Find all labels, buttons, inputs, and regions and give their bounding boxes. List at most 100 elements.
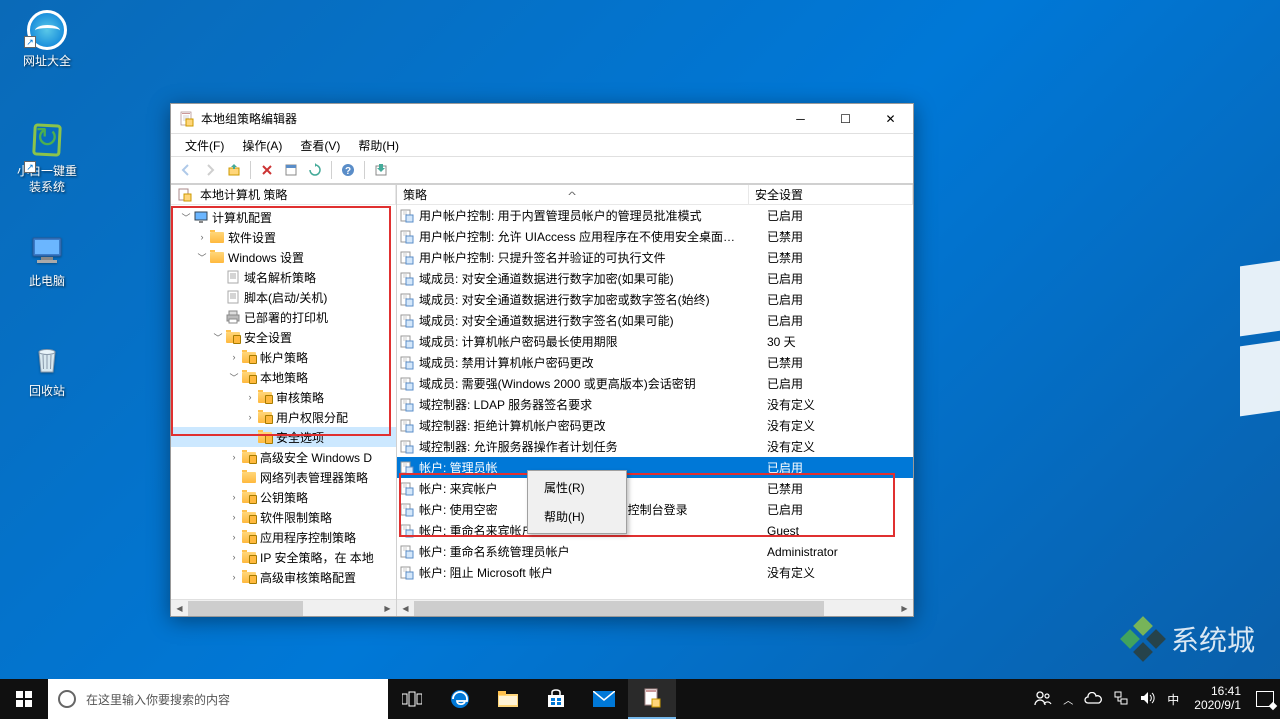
tray-chevron-up-icon[interactable]: ︿	[1063, 692, 1073, 707]
list-scrollbar-horizontal[interactable]: ◀ ▶	[397, 599, 913, 616]
list-row[interactable]: 域成员: 计算机帐户密码最长使用期限30 天	[397, 331, 913, 352]
tree-item[interactable]: ›用户权限分配	[171, 407, 396, 427]
tree-item[interactable]: 安全选项	[171, 427, 396, 447]
tree-header-cell[interactable]: 本地计算机 策略	[171, 185, 396, 204]
toolbar-forward-button[interactable]	[199, 159, 221, 181]
tree-item[interactable]: ›审核策略	[171, 387, 396, 407]
maximize-button[interactable]: ☐	[823, 104, 868, 133]
list-row[interactable]: 域成员: 对安全通道数据进行数字加密(如果可能)已启用	[397, 268, 913, 289]
tray-clock[interactable]: 16:41 2020/9/1	[1190, 685, 1245, 713]
desktop-icon-recycle-bin[interactable]: 回收站	[10, 340, 84, 400]
list-row[interactable]: 域控制器: LDAP 服务器签名要求没有定义	[397, 394, 913, 415]
toolbar-properties-button[interactable]	[280, 159, 302, 181]
start-button[interactable]	[0, 679, 48, 719]
tree-expand-icon[interactable]: ›	[227, 552, 241, 562]
tree-item[interactable]: 已部署的打印机	[171, 307, 396, 327]
desktop-icon-ie[interactable]: ↗ 网址大全	[10, 10, 84, 70]
tree-item[interactable]: ›应用程序控制策略	[171, 527, 396, 547]
toolbar-export-button[interactable]	[370, 159, 392, 181]
list-row[interactable]: 用户帐户控制: 只提升签名并验证的可执行文件已禁用	[397, 247, 913, 268]
list-row[interactable]: 帐户: 来宾帐户已禁用	[397, 478, 913, 499]
tree-item[interactable]: 域名解析策略	[171, 267, 396, 287]
menu-action[interactable]: 操作(A)	[234, 135, 290, 156]
list-row[interactable]: 帐户: 阻止 Microsoft 帐户没有定义	[397, 562, 913, 583]
tree-expand-icon[interactable]: ﹀	[227, 371, 241, 384]
menu-help[interactable]: 帮助(H)	[350, 135, 407, 156]
scroll-right-button[interactable]: ▶	[379, 601, 396, 616]
tree-item[interactable]: 网络列表管理器策略	[171, 467, 396, 487]
taskbar-gpedit[interactable]	[628, 679, 676, 719]
tree-expand-icon[interactable]: ›	[227, 512, 241, 522]
tree-expand-icon[interactable]: ﹀	[179, 211, 193, 224]
taskview-button[interactable]	[388, 679, 436, 719]
tree-item[interactable]: ﹀安全设置	[171, 327, 396, 347]
list-row[interactable]: 域控制器: 允许服务器操作者计划任务没有定义	[397, 436, 913, 457]
taskbar-store[interactable]	[532, 679, 580, 719]
tree-expand-icon[interactable]: ›	[243, 412, 257, 422]
list-header-setting[interactable]: 安全设置	[749, 185, 913, 204]
list-row[interactable]: 域成员: 禁用计算机帐户密码更改已禁用	[397, 352, 913, 373]
tree-item[interactable]: ›高级审核策略配置	[171, 567, 396, 587]
toolbar-back-button[interactable]	[175, 159, 197, 181]
tree-expand-icon[interactable]: ›	[243, 392, 257, 402]
tray-onedrive-icon[interactable]	[1084, 692, 1102, 707]
tree-expand-icon[interactable]: ﹀	[195, 251, 209, 264]
tree-expand-icon[interactable]: ›	[227, 572, 241, 582]
tray-ime[interactable]: 中	[1167, 691, 1179, 708]
tree-item[interactable]: ›软件限制策略	[171, 507, 396, 527]
tree-expand-icon[interactable]: ›	[227, 452, 241, 462]
taskbar-explorer[interactable]	[484, 679, 532, 719]
sec-folder-icon	[241, 549, 257, 565]
tray-people-icon[interactable]	[1034, 690, 1052, 709]
tray-network-icon[interactable]	[1113, 690, 1129, 709]
scroll-right-button[interactable]: ▶	[896, 601, 913, 616]
list-row[interactable]: 帐户: 管理员帐已启用	[397, 457, 913, 478]
tree-item[interactable]: ›IP 安全策略，在 本地	[171, 547, 396, 567]
policy-setting: 30 天	[767, 333, 913, 350]
tree-item[interactable]: ›帐户策略	[171, 347, 396, 367]
list-row[interactable]: 域控制器: 拒绝计算机帐户密码更改没有定义	[397, 415, 913, 436]
toolbar-refresh-button[interactable]	[304, 159, 326, 181]
tree-item[interactable]: 脚本(启动/关机)	[171, 287, 396, 307]
close-button[interactable]: ✕	[868, 104, 913, 133]
scroll-left-button[interactable]: ◀	[397, 601, 414, 616]
list-row[interactable]: 域成员: 需要强(Windows 2000 或更高版本)会话密钥已启用	[397, 373, 913, 394]
list-row[interactable]: 用户帐户控制: 用于内置管理员帐户的管理员批准模式已启用	[397, 205, 913, 226]
taskbar-edge[interactable]	[436, 679, 484, 719]
toolbar-help-button[interactable]: ?	[337, 159, 359, 181]
tree-scrollbar-horizontal[interactable]: ◀ ▶	[171, 599, 396, 616]
menu-file[interactable]: 文件(F)	[177, 135, 232, 156]
list-row[interactable]: 用户帐户控制: 允许 UIAccess 应用程序在不使用安全桌面…已禁用	[397, 226, 913, 247]
tray-volume-icon[interactable]	[1140, 691, 1156, 708]
scroll-left-button[interactable]: ◀	[171, 601, 188, 616]
taskbar-search[interactable]: 在这里输入你要搜索的内容	[48, 679, 388, 719]
tree-expand-icon[interactable]: ›	[227, 352, 241, 362]
list-row[interactable]: 帐户: 重命名来宾帐户Guest	[397, 520, 913, 541]
tree-item[interactable]: ›软件设置	[171, 227, 396, 247]
tree-expand-icon[interactable]: ﹀	[211, 331, 225, 344]
menu-view[interactable]: 查看(V)	[292, 135, 348, 156]
list-row[interactable]: 帐户: 重命名系统管理员帐户Administrator	[397, 541, 913, 562]
taskbar-mail[interactable]	[580, 679, 628, 719]
toolbar-delete-button[interactable]	[256, 159, 278, 181]
list-row[interactable]: 域成员: 对安全通道数据进行数字加密或数字签名(始终)已启用	[397, 289, 913, 310]
tree-expand-icon[interactable]: ›	[227, 532, 241, 542]
toolbar-up-button[interactable]	[223, 159, 245, 181]
tree-expand-icon[interactable]: ›	[227, 492, 241, 502]
list-header-policy[interactable]: 策略	[397, 185, 749, 204]
tree-item[interactable]: ›高级安全 Windows D	[171, 447, 396, 467]
desktop-icon-this-pc[interactable]: 此电脑	[10, 230, 84, 290]
minimize-button[interactable]: ─	[778, 104, 823, 133]
tree-item[interactable]: ›公钥策略	[171, 487, 396, 507]
tree-item[interactable]: ﹀计算机配置	[171, 207, 396, 227]
list-row[interactable]: 域成员: 对安全通道数据进行数字签名(如果可能)已启用	[397, 310, 913, 331]
tree-item[interactable]: ﹀Windows 设置	[171, 247, 396, 267]
list-row[interactable]: 帐户: 使用空密行控制台登录已启用	[397, 499, 913, 520]
tree-expand-icon[interactable]: ›	[195, 232, 209, 242]
tray-notifications-icon[interactable]	[1256, 691, 1274, 707]
tree-item[interactable]: ﹀本地策略	[171, 367, 396, 387]
titlebar[interactable]: 本地组策略编辑器 ─ ☐ ✕	[171, 104, 913, 134]
context-menu-properties[interactable]: 属性(R)	[530, 473, 624, 502]
context-menu-help[interactable]: 帮助(H)	[530, 502, 624, 531]
desktop-icon-xiaobai[interactable]: ↗ 小白一键重 装系统	[10, 120, 84, 195]
